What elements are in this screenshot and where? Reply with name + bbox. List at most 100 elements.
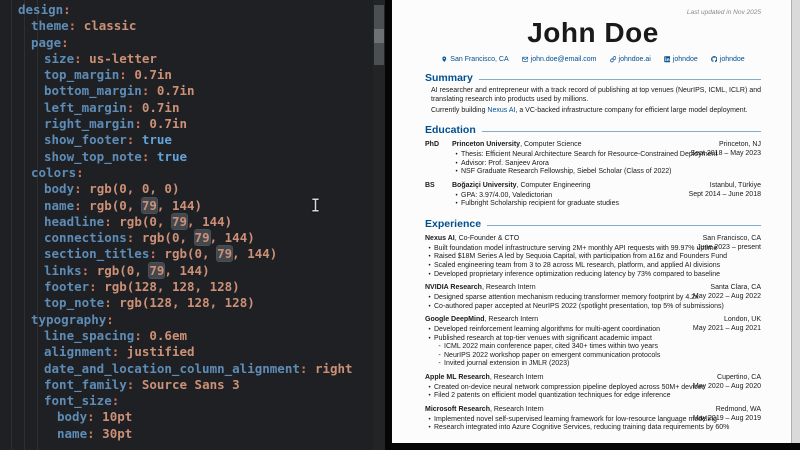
bullet-item: •Developed proprietary inference optimiz…	[425, 271, 761, 280]
yaml-colon: :	[134, 328, 142, 343]
section-body: PhDPrinceton, NJSept 2018 – May 2023Prin…	[425, 141, 761, 209]
entry-dates: June 2023 – present	[697, 244, 761, 251]
company-name: Nexus AI	[425, 235, 455, 242]
bullet-marker: •	[425, 416, 434, 425]
code-line[interactable]: body: 10pt	[0, 409, 373, 425]
yaml-colon: :	[89, 279, 97, 294]
entry-location: Istanbul, Türkiye	[710, 182, 761, 189]
code-line[interactable]: page:	[0, 35, 373, 51]
yaml-key: colors	[31, 165, 76, 180]
resume-sections: SummaryAI researcher and entrepreneur wi…	[425, 72, 761, 433]
bullet-text: Filed 2 patents on efficient model quant…	[434, 392, 748, 401]
code-line[interactable]: design:	[0, 2, 373, 18]
yaml-value: true	[142, 132, 172, 147]
match-highlight: 79	[149, 263, 164, 278]
editor-scrollbar[interactable]	[373, 0, 385, 450]
entry-location-line: London, UK	[666, 316, 761, 325]
code-line[interactable]: theme: classic	[0, 18, 373, 34]
experience-entry: Cupertino, CAMay 2020 – Aug 2020Apple ML…	[425, 374, 761, 401]
dash-marker: -	[435, 360, 444, 369]
entry-dates-line: Sept 2014 – June 2018	[666, 191, 761, 200]
code-line[interactable]: alignment: justified	[0, 344, 373, 360]
link-icon	[610, 56, 617, 63]
yaml-value: true	[157, 149, 187, 164]
bullet-marker: •	[425, 271, 434, 280]
viewer-bottom-strip	[385, 443, 800, 450]
code-line[interactable]: typography:	[0, 312, 373, 328]
bullet-text: Developed proprietary inference optimiza…	[434, 271, 748, 280]
scrollbar-notch	[374, 29, 384, 43]
bullet-marker: •	[425, 326, 434, 335]
entry-location: Cupertino, CA	[717, 374, 761, 381]
code-line[interactable]: date_and_location_column_alignment: righ…	[0, 361, 373, 377]
inline-link[interactable]: Nexus AI	[487, 107, 515, 114]
yaml-key: connections	[44, 230, 127, 245]
yaml-colon: :	[119, 67, 127, 82]
location-dates-column: London, UKMay 2021 – Aug 2021	[666, 316, 761, 334]
section-education: EducationPhDPrinceton, NJSept 2018 – May…	[425, 124, 761, 209]
contact-item[interactable]: john.doe@email.com	[522, 56, 597, 63]
yaml-colon: :	[112, 393, 120, 408]
last-updated-note: Last updated in Nov 2025	[425, 9, 761, 16]
yaml-key: size	[44, 51, 74, 66]
code-line[interactable]: left_margin: 0.7in	[0, 100, 373, 116]
bullet-marker: •	[452, 151, 461, 160]
yaml-value: 0.7in	[142, 100, 180, 115]
bullet-item: •Research integrated into Azure Cognitiv…	[425, 424, 761, 433]
yaml-editor-pane[interactable]: design:theme: classicpage:size: us-lette…	[0, 0, 373, 450]
code-line[interactable]: name: 30pt	[0, 426, 373, 442]
code-line[interactable]: colors:	[0, 165, 373, 181]
code-line[interactable]: top_note: rgb(128, 128, 128)	[0, 295, 373, 311]
yaml-key: typography	[31, 312, 106, 327]
bullet-marker: •	[425, 424, 434, 433]
code-line[interactable]: right_margin: 0.7in	[0, 116, 373, 132]
code-line[interactable]: section_titles: rgb(0, 79, 144)	[0, 246, 373, 262]
location-dates-column: Redmond, WAMay 2019 – Aug 2019	[666, 406, 761, 424]
location-pin-icon	[441, 56, 448, 63]
code-line[interactable]: font_family: Source Sans 3	[0, 377, 373, 393]
code-line[interactable]: footer: rgb(128, 128, 128)	[0, 279, 373, 295]
paragraph-text: AI researcher and entrepreneur with a tr…	[431, 87, 761, 103]
bullet-marker: •	[452, 200, 461, 209]
yaml-value: us-letter	[89, 51, 157, 66]
code-line[interactable]: size: us-letter	[0, 51, 373, 67]
study-area: , Computer Science	[520, 141, 581, 148]
contact-item[interactable]: San Francisco, CA	[441, 56, 508, 63]
entry-location-line: San Francisco, CA	[666, 235, 761, 244]
entry-location-line: Santa Clara, CA	[666, 284, 761, 293]
yaml-key: font_size	[44, 393, 112, 408]
code-line[interactable]: font_size:	[0, 393, 373, 409]
code-line[interactable]: connections: rgb(0, 79, 144)	[0, 230, 373, 246]
bullet-text: NeurIPS 2022 workshop paper on emergent …	[444, 352, 748, 361]
code-line[interactable]: bottom_margin: 0.7in	[0, 83, 373, 99]
yaml-key: footer	[44, 279, 89, 294]
editor-scrollbar-thumb[interactable]	[374, 5, 384, 65]
contact-item[interactable]: johndoe	[711, 56, 745, 63]
section-title: Experience	[425, 218, 481, 230]
yaml-value: 0.7in	[149, 116, 187, 131]
code-line[interactable]: line_spacing: 0.6em	[0, 328, 373, 344]
code-line[interactable]: body: rgb(0, 0, 0)	[0, 181, 373, 197]
bullet-text: NSF Graduate Research Fellowship, Siebel…	[461, 168, 748, 177]
code-line[interactable]: show_top_note: true	[0, 149, 373, 165]
bullet-marker: •	[425, 253, 434, 262]
yaml-value: , 144)	[187, 214, 232, 229]
yaml-key: line_spacing	[44, 328, 134, 343]
yaml-colon: :	[106, 312, 114, 327]
yaml-key: theme	[31, 18, 69, 33]
bullet-marker: •	[425, 245, 434, 254]
bullet-marker: •	[425, 294, 434, 303]
code-line[interactable]: show_footer: true	[0, 132, 373, 148]
match-highlight: 79	[172, 214, 187, 229]
education-entry: BSIstanbul, TürkiyeSept 2014 – June 2018…	[425, 182, 761, 209]
entry-dates-line: May 2021 – Aug 2021	[666, 325, 761, 334]
contact-item[interactable]: johndoe	[664, 56, 698, 63]
code-line[interactable]: top_margin: 0.7in	[0, 67, 373, 83]
pdf-preview-page: Last updated in Nov 2025 John Doe San Fr…	[392, 0, 791, 443]
code-line[interactable]: links: rgb(0, 79, 144)	[0, 263, 373, 279]
yaml-key: left_margin	[44, 100, 127, 115]
yaml-value: , 144)	[232, 246, 277, 261]
sub-bullet-item: -NeurIPS 2022 workshop paper on emergent…	[435, 352, 761, 361]
contact-item[interactable]: johndoe.ai	[610, 56, 651, 63]
linkedin-icon	[664, 56, 671, 63]
